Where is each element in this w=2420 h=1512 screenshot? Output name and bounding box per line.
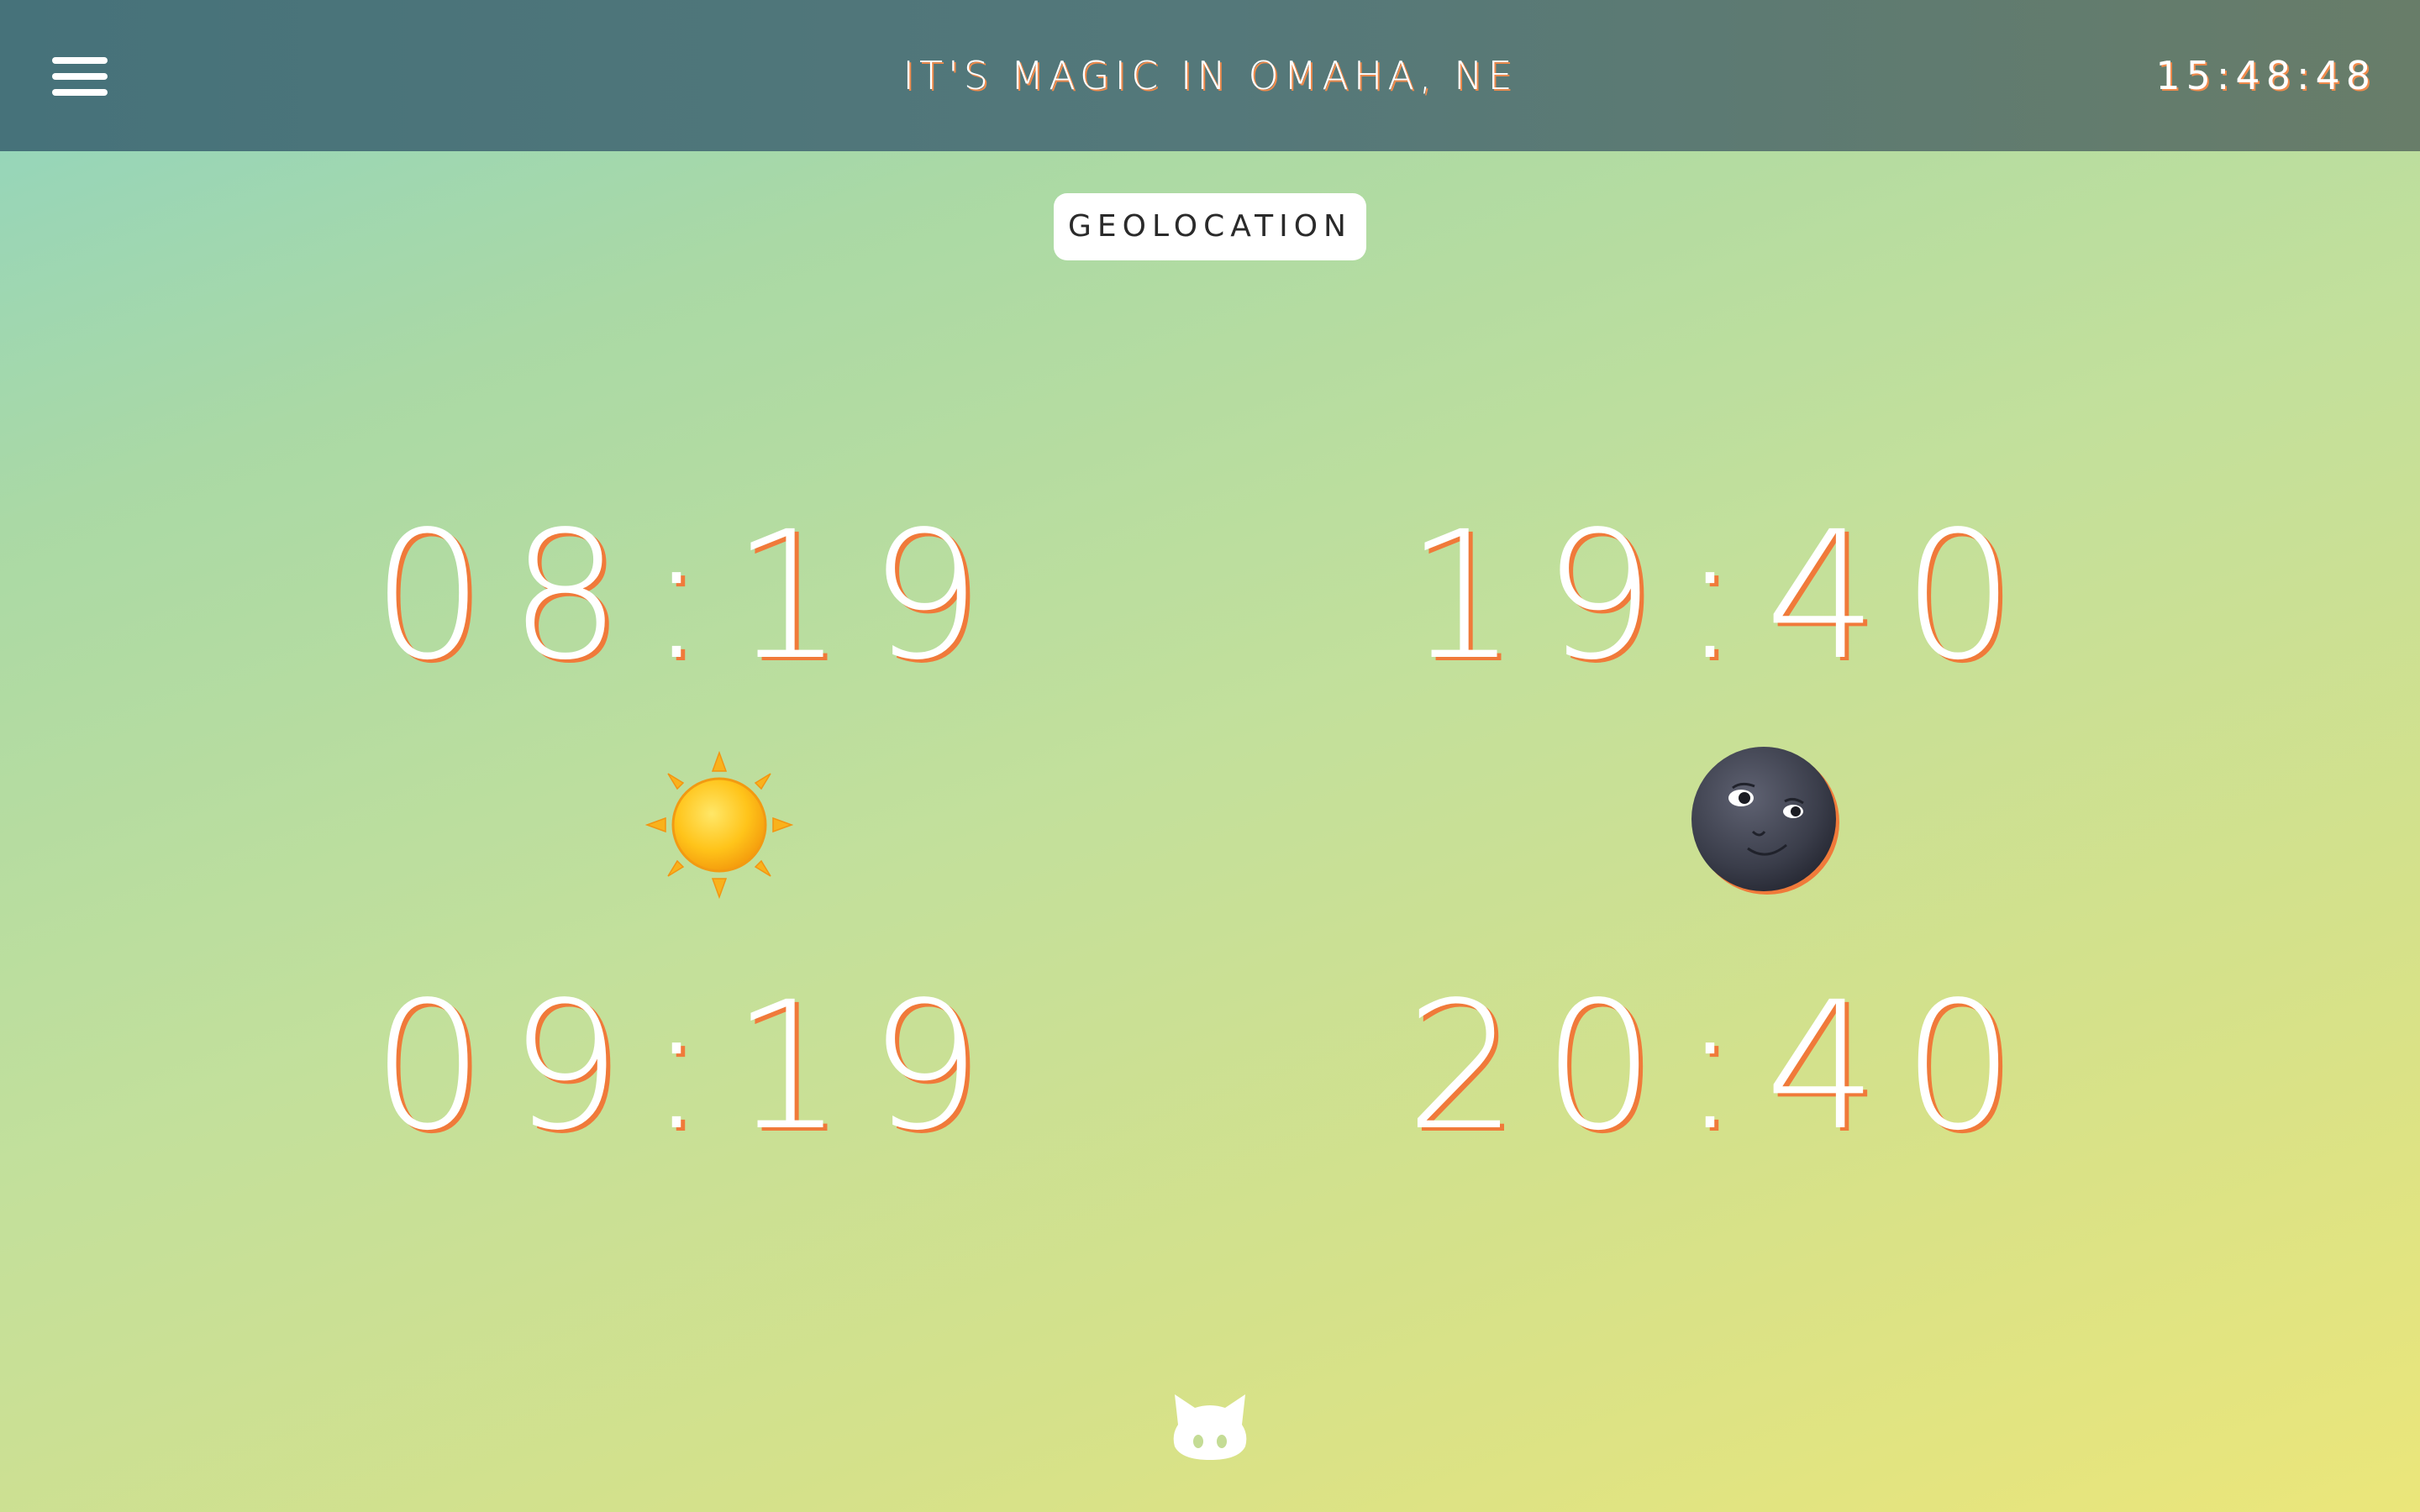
sunrise-time: 08:19: [371, 493, 1007, 699]
sun-icon: [645, 751, 793, 899]
sunrise-time-alternate: 09:19: [371, 963, 1007, 1169]
sunset-time-alternate: 20:40: [1405, 963, 2040, 1169]
menu-line: [52, 73, 108, 80]
menu-line: [52, 57, 108, 64]
sunset-time: 19:40: [1405, 493, 2040, 699]
hamburger-menu-icon[interactable]: [52, 55, 108, 97]
new-moon-face-icon: [1691, 747, 1839, 895]
page-title: IT'S MAGIC IN OMAHA, NE: [902, 53, 1518, 98]
github-octocat-icon[interactable]: [1168, 1391, 1252, 1462]
menu-line: [52, 89, 108, 96]
current-time-clock: 15:48:48: [2155, 53, 2376, 98]
header-bar: IT'S MAGIC IN OMAHA, NE 15:48:48: [0, 0, 2420, 151]
geolocation-button[interactable]: GEOLOCATION: [1054, 193, 1366, 260]
